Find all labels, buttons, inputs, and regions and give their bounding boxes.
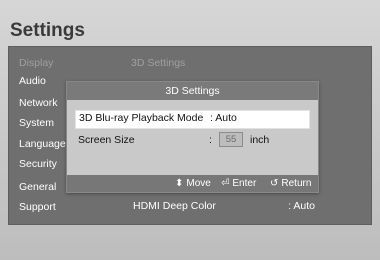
dialog-footer: ⬍ Move ⏎ Enter ↺ Return [67, 175, 318, 192]
menu-item-network[interactable]: Network [19, 97, 58, 109]
move-hint: ⬍ Move [175, 178, 211, 189]
menu-item-security[interactable]: Security [19, 158, 57, 170]
settings-screen: Settings Display Audio Network System La… [0, 0, 380, 260]
dialog-title: 3D Settings [67, 82, 318, 100]
settings-menu: Display Audio Network System Language Se… [9, 47, 69, 224]
screen-size-unit: inch [250, 134, 270, 146]
screen-size-colon: : [209, 134, 212, 146]
move-label: Move [186, 178, 211, 189]
screen-size-input[interactable]: 55 [219, 132, 243, 147]
enter-label: Enter [232, 178, 257, 189]
return-label: Return [281, 178, 312, 189]
hdmi-deep-color-value: : Auto [288, 200, 315, 212]
menu-item-general[interactable]: General [19, 181, 56, 193]
display-submenu-3d-settings[interactable]: 3D Settings [131, 57, 185, 69]
page-title: Settings [10, 20, 85, 41]
return-hint: ↺ Return [270, 178, 311, 189]
3d-settings-dialog: 3D Settings 3D Blu-ray Playback Mode : A… [66, 81, 319, 193]
enter-icon: ⏎ [221, 178, 230, 189]
hdmi-deep-color-row[interactable]: HDMI Deep Color : Auto [9, 199, 371, 217]
menu-item-system[interactable]: System [19, 117, 54, 129]
blu-ray-playback-mode-label: 3D Blu-ray Playback Mode [79, 112, 204, 124]
menu-item-language[interactable]: Language [19, 138, 66, 150]
menu-item-audio[interactable]: Audio [19, 75, 46, 87]
enter-hint: ⏎ Enter [221, 178, 256, 189]
screen-size-row[interactable]: Screen Size : 55 inch [75, 132, 308, 149]
return-icon: ↺ [270, 178, 279, 189]
blu-ray-playback-mode-row[interactable]: 3D Blu-ray Playback Mode : Auto [75, 110, 310, 129]
up-down-arrows-icon: ⬍ [175, 178, 184, 189]
menu-item-display[interactable]: Display [19, 57, 53, 69]
hdmi-deep-color-label: HDMI Deep Color [133, 200, 216, 212]
blu-ray-playback-mode-value: : Auto [210, 112, 237, 124]
screen-size-label: Screen Size [78, 134, 135, 146]
